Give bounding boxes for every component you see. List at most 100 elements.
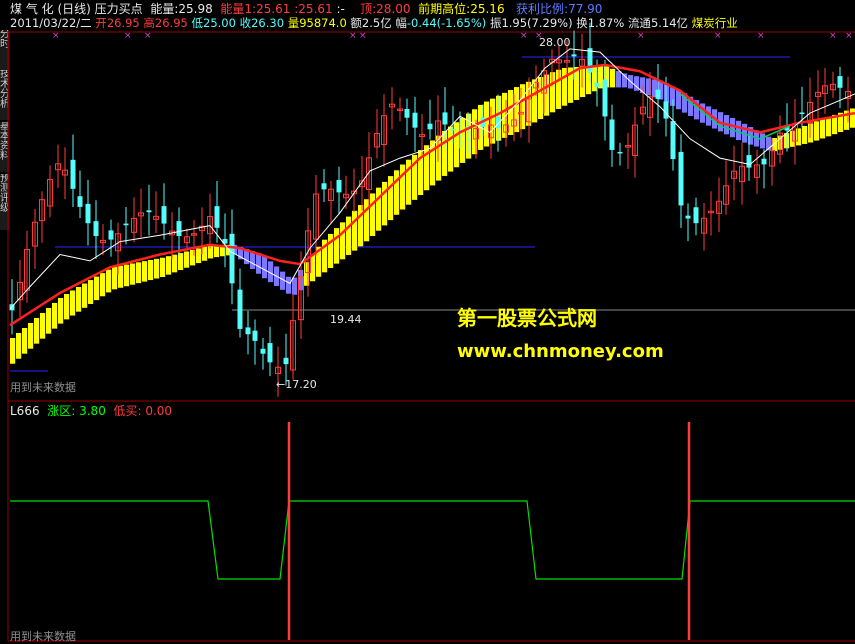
band-segment (364, 199, 370, 242)
band-segment (100, 273, 106, 297)
rise-zone-value: 3.80 (79, 404, 106, 418)
band-segment (58, 297, 64, 324)
band-segment (730, 117, 736, 138)
candle-body (252, 330, 258, 341)
candle-body (404, 108, 410, 118)
candle-body (587, 48, 593, 73)
candle-body (799, 112, 805, 115)
candle-body (412, 112, 418, 128)
band-segment (154, 258, 160, 279)
band-segment (358, 205, 364, 247)
candle-body (670, 121, 676, 160)
sub-indicator-header: L666 涨区: 3.80 低买: 0.00 (10, 404, 172, 418)
candle-body (229, 233, 235, 284)
top-marker: × (757, 31, 765, 41)
candle-body (427, 123, 433, 130)
band-segment (376, 187, 382, 231)
candle-body (746, 155, 752, 168)
candle-body (571, 54, 577, 57)
top-marker: × (520, 31, 528, 41)
band-segment (160, 257, 166, 277)
band-segment (448, 126, 454, 172)
top-marker: × (52, 31, 60, 41)
band-segment (262, 256, 268, 279)
candle-body (260, 348, 266, 354)
top-marker: × (349, 31, 357, 41)
candle-body (85, 203, 91, 224)
low-buy-label: 低买: (113, 404, 142, 418)
band-segment (382, 181, 388, 226)
band-segment (328, 233, 334, 268)
band-segment (202, 246, 208, 261)
band-segment (388, 176, 394, 221)
band-segment (340, 222, 346, 260)
candle-body (77, 196, 83, 207)
signal-panel (10, 422, 855, 640)
band-segment (94, 276, 100, 301)
candle-body (176, 221, 182, 237)
band-segment (352, 210, 358, 251)
band-segment (400, 164, 406, 210)
candle-body (663, 101, 669, 119)
chart-window: 分时 技术分析 基本资料 预测评级 煤 气 化 (日线) 压力买点 能量:25.… (0, 0, 855, 644)
candle-body (245, 327, 251, 335)
top-marker: × (845, 31, 853, 41)
candle-body (594, 82, 600, 88)
candle-body (602, 79, 608, 117)
price-label-high: 28.00 (539, 36, 571, 49)
candle-body (442, 112, 448, 125)
rise-zone-label: 涨区: (47, 404, 76, 418)
candle-body (617, 151, 623, 154)
price-chart[interactable]: × × × × × × × × × × × × (0, 0, 855, 644)
trend-band (10, 65, 855, 364)
top-marker: × (829, 31, 837, 41)
candle-body (93, 221, 99, 237)
band-segment (208, 245, 214, 259)
band-segment (808, 123, 814, 143)
candle-body (108, 230, 114, 240)
candle-body (321, 183, 327, 190)
candle-body (146, 210, 152, 213)
top-marker: × (124, 31, 132, 41)
band-segment (148, 260, 154, 281)
candle-body (237, 289, 243, 329)
band-segment (802, 125, 808, 144)
band-segment (52, 302, 58, 329)
candlesticks (9, 22, 851, 397)
band-segment (142, 261, 148, 282)
band-segment (184, 251, 190, 268)
candle-body (685, 215, 691, 219)
band-segment (46, 307, 52, 334)
candle-body (283, 357, 289, 365)
band-segment (460, 117, 466, 163)
watermark-url: www.chnmoney.com (457, 341, 664, 362)
top-marker: × (637, 31, 645, 41)
band-segment (130, 263, 136, 285)
low-buy-value: 0.00 (145, 404, 173, 418)
price-label-mid: 19.44 (330, 313, 362, 326)
candle-body (655, 89, 661, 99)
band-segment (592, 65, 598, 92)
band-segment (40, 312, 46, 339)
signal-line (10, 500, 855, 580)
candle-body (837, 76, 843, 88)
band-segment (196, 248, 202, 264)
band-segment (562, 67, 568, 106)
top-marker: × (144, 31, 152, 41)
band-segment (676, 89, 682, 110)
level-lines (10, 56, 855, 372)
band-segment (28, 322, 34, 349)
band-segment (370, 193, 376, 237)
band-segment (394, 170, 400, 215)
band-segment (820, 119, 826, 139)
candle-body (609, 119, 615, 150)
price-label-low: ←17.20 (276, 378, 317, 391)
band-segment (166, 256, 172, 275)
band-segment (136, 262, 142, 284)
candle-body (336, 180, 342, 193)
band-segment (550, 72, 556, 113)
band-segment (796, 128, 802, 146)
band-segment (826, 117, 832, 137)
band-segment (22, 327, 28, 354)
band-segment (580, 66, 586, 98)
